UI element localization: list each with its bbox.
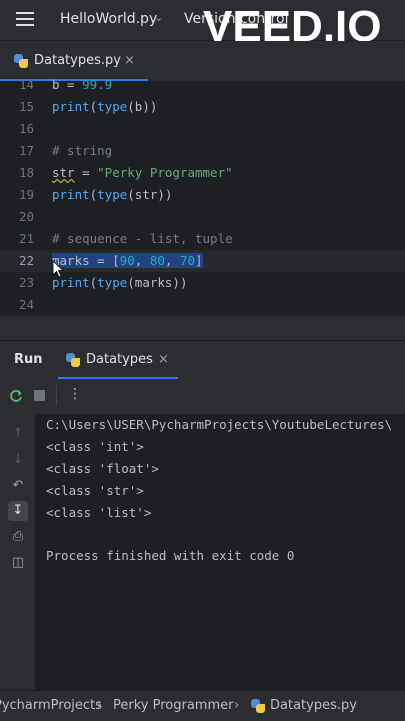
python-icon: [251, 699, 265, 713]
code-line: 24: [0, 294, 405, 316]
code-line: 15 print(type(b)): [0, 96, 405, 118]
code-text: print(type(str)): [52, 187, 173, 202]
line-number: 14: [18, 77, 34, 92]
python-icon: [66, 353, 80, 367]
console-line: <class 'int'>: [46, 439, 144, 454]
console-line: <class 'str'>: [46, 483, 144, 498]
code-text: print(type(b)): [52, 99, 158, 114]
line-number: 17: [18, 143, 34, 158]
code-line: 14 b = 99.9: [0, 74, 405, 96]
code-line: 21 # sequence - list, tuple: [0, 228, 405, 250]
code-line: 18 str = "Perky Programmer": [0, 162, 405, 184]
line-number: 20: [18, 209, 34, 224]
soft-wrap-icon[interactable]: ↶: [8, 476, 28, 496]
console-line: <class 'float'>: [46, 461, 159, 476]
line-number: 18: [18, 165, 34, 180]
code-text: str = "Perky Programmer": [52, 165, 233, 180]
code-line: 17 # string: [0, 140, 405, 162]
code-text: print(type(marks)): [52, 275, 188, 290]
console-line: C:\Users\USER\PycharmProjects\YoutubeLec…: [46, 417, 393, 432]
more-vertical-icon[interactable]: ⋮: [68, 386, 82, 402]
line-number: 24: [18, 297, 34, 312]
line-number: 19: [18, 187, 34, 202]
close-icon[interactable]: ×: [124, 53, 135, 68]
code-text: b = 99.9: [52, 77, 113, 92]
code-editor[interactable]: 14 b = 99.9 15 print(type(b)) 16 17 # st…: [0, 77, 405, 316]
run-toolbar: ⋮: [0, 379, 405, 413]
code-text-selected: marks = [90, 80, 70]: [52, 253, 203, 268]
mouse-pointer-icon: [52, 260, 64, 278]
console-line: <class 'list'>: [46, 505, 152, 520]
project-name[interactable]: HelloWorld.py: [60, 11, 157, 27]
code-comment: # string: [52, 143, 113, 158]
tab-label: Datatypes.py: [34, 53, 121, 68]
trash-icon[interactable]: ◫: [8, 553, 28, 573]
run-tab-datatypes[interactable]: Datatypes ×: [58, 341, 178, 379]
arrow-up-icon[interactable]: ↑: [8, 424, 28, 444]
run-panel-title[interactable]: Run: [14, 352, 43, 367]
run-panel-header: Run Datatypes ×: [0, 340, 405, 379]
code-line: 19 print(type(str)): [0, 184, 405, 206]
print-icon[interactable]: ⎙: [8, 527, 28, 547]
title-bar: HelloWorld.py ⌄ Version control VEED.IO: [0, 0, 405, 51]
code-line: 16: [0, 118, 405, 140]
close-icon[interactable]: ×: [158, 352, 169, 367]
run-tab-label: Datatypes: [86, 352, 153, 367]
stop-icon[interactable]: [34, 390, 45, 401]
status-bar: PycharmProjects › Perky Programmer › Dat…: [0, 690, 405, 721]
line-number: 21: [18, 231, 34, 246]
console-line: Process finished with exit code 0: [46, 548, 295, 563]
toolbar-divider: [56, 385, 57, 405]
python-icon: [14, 54, 28, 68]
breadcrumb-item[interactable]: Perky Programmer: [113, 698, 233, 713]
console-output[interactable]: C:\Users\USER\PycharmProjects\YoutubeLec…: [36, 414, 405, 690]
breadcrumb-item[interactable]: Datatypes.py: [270, 698, 357, 713]
chevron-down-icon[interactable]: ⌄: [154, 11, 163, 24]
line-number: 22: [18, 253, 34, 268]
line-number: 23: [18, 275, 34, 290]
chevron-right-icon: ›: [234, 698, 240, 713]
line-number: 16: [18, 121, 34, 136]
arrow-down-icon[interactable]: ↓: [8, 450, 28, 470]
line-number: 15: [18, 99, 34, 114]
code-comment: # sequence - list, tuple: [52, 231, 233, 246]
rerun-icon[interactable]: [8, 388, 24, 404]
scroll-to-end-icon[interactable]: ↧: [8, 501, 28, 521]
hamburger-icon[interactable]: [16, 12, 34, 28]
breadcrumb-item[interactable]: PycharmProjects: [0, 698, 102, 713]
code-line: 20: [0, 206, 405, 228]
chevron-right-icon: ›: [97, 698, 103, 713]
console-sidebar: ↑ ↓ ↶ ↧ ⎙ ◫: [0, 414, 36, 690]
